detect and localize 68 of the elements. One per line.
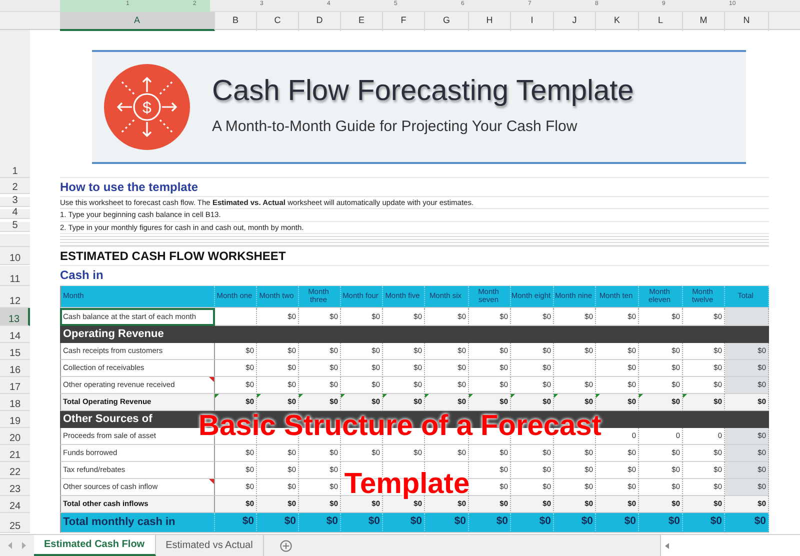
row-number[interactable]: 5 <box>0 222 30 232</box>
column-header[interactable]: D <box>299 12 341 31</box>
table-cell: $0 <box>215 512 257 533</box>
scroll-left-icon[interactable] <box>8 542 13 549</box>
column-header[interactable]: F <box>383 12 425 31</box>
banner-title: Cash Flow Forecasting Template <box>212 76 634 108</box>
table-cell: $0 <box>683 512 725 533</box>
row-number[interactable]: 22 <box>0 462 30 479</box>
row-number[interactable]: 20 <box>0 428 30 445</box>
column-header[interactable]: M <box>683 12 725 31</box>
table-cell: $0 <box>341 512 383 533</box>
row-number[interactable]: 10 <box>0 246 30 265</box>
banner-subtitle: A Month-to-Month Guide for Projecting Your Cash Flow <box>212 116 578 137</box>
table-cell: $0 <box>299 512 341 533</box>
section-title: Operating Revenue <box>63 327 164 342</box>
column-header[interactable]: H <box>469 12 511 31</box>
column-header[interactable]: E <box>341 12 383 31</box>
row-number[interactable]: 13 <box>0 308 30 326</box>
section-title: Other Sources of <box>63 412 152 427</box>
row-number[interactable]: 16 <box>0 360 30 377</box>
column-header[interactable]: G <box>425 12 469 31</box>
table-cell: $0 <box>639 512 683 533</box>
table-cell: $0 <box>469 512 511 533</box>
row-number[interactable]: 18 <box>0 394 30 411</box>
worksheet-title: ESTIMATED CASH FLOW WORKSHEET <box>60 248 286 265</box>
logo-symbol: $ <box>142 100 152 117</box>
row-label: Total monthly cash in <box>60 512 215 533</box>
row-number[interactable]: 4 <box>0 209 30 220</box>
column-header[interactable]: J <box>554 12 596 31</box>
table-cell: $0 <box>596 512 639 533</box>
column-header[interactable]: C <box>257 12 299 31</box>
section-heading: Cash in <box>60 267 104 284</box>
sheet-tab[interactable]: Estimated Cash Flow <box>34 535 156 556</box>
column-header[interactable]: N <box>725 12 769 31</box>
scroll-left-icon[interactable] <box>665 542 669 548</box>
table-cell: $0 <box>383 512 425 533</box>
sheet-tab[interactable]: Estimated vs Actual <box>156 535 264 556</box>
table-cell: $0 <box>257 512 299 533</box>
caption-text: Template <box>344 468 470 498</box>
row-header-strip <box>0 234 30 247</box>
table-cell: $0 <box>725 512 769 533</box>
row-number[interactable]: 25 <box>0 512 30 533</box>
column-header[interactable]: I <box>511 12 554 31</box>
row-number[interactable]: 15 <box>0 342 30 360</box>
horizontal-scrollbar[interactable] <box>660 535 800 556</box>
table-cell: $0 <box>511 512 554 533</box>
add-sheet-icon[interactable] <box>280 540 292 552</box>
table-cell: $0 <box>425 512 469 533</box>
row-number[interactable]: 12 <box>0 286 30 308</box>
row-number[interactable]: 14 <box>0 326 30 343</box>
row-number[interactable]: 17 <box>0 376 30 394</box>
arrows-icon <box>116 76 178 138</box>
column-header[interactable]: K <box>596 12 639 31</box>
row-number[interactable]: 23 <box>0 478 30 496</box>
row-number[interactable]: 11 <box>0 266 30 286</box>
column-header[interactable]: A <box>60 12 215 31</box>
row-number[interactable]: 24 <box>0 496 30 513</box>
row-number[interactable]: 1 <box>0 166 30 178</box>
scroll-right-icon[interactable] <box>21 542 26 549</box>
column-header[interactable]: L <box>639 12 683 31</box>
table-cell: $0 <box>554 512 596 533</box>
section-heading: How to use the template <box>60 179 198 196</box>
row-number[interactable]: 2 <box>0 178 30 194</box>
column-header[interactable]: B <box>215 12 257 31</box>
row-number[interactable]: 3 <box>0 197 30 207</box>
row-number[interactable]: 21 <box>0 444 30 462</box>
coin-circle-icon <box>133 93 161 121</box>
row-number[interactable]: 19 <box>0 410 30 428</box>
